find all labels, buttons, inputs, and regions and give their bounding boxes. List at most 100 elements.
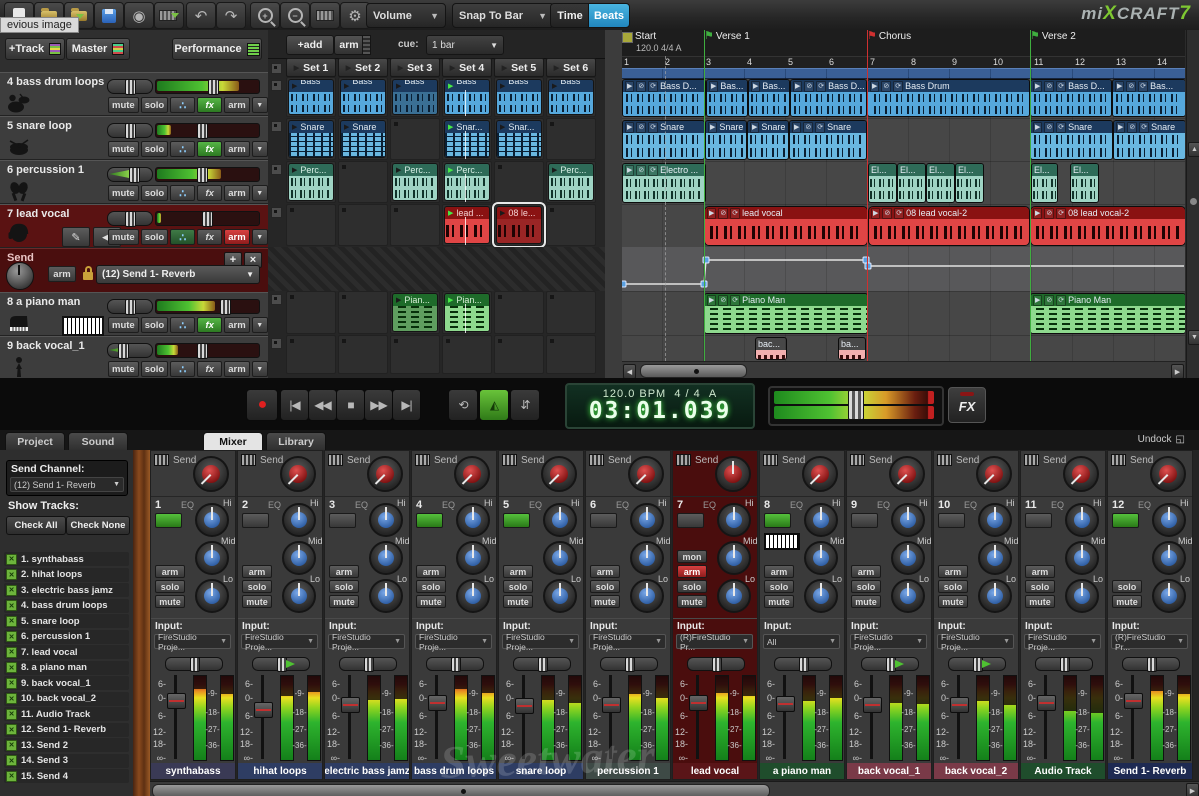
- clip-play-icon[interactable]: ▶: [708, 121, 718, 133]
- performance-empty-cell[interactable]: [286, 335, 336, 374]
- volume-handle[interactable]: [202, 211, 213, 227]
- set-header-1[interactable]: ▶ Set 1: [286, 58, 336, 77]
- send-destination-select[interactable]: (12) Send 1- Reverb ▼: [96, 265, 260, 284]
- timeline-track-lane[interactable]: ▶ ⊘ ⟳ Snare ▶ Snare ▶ Snare ▶ ⊘ ⟳ Snare: [622, 118, 1185, 162]
- master-button[interactable]: Master: [66, 38, 130, 60]
- channel-name[interactable]: back vocal_2: [934, 763, 1018, 779]
- pan-handle[interactable]: [451, 657, 461, 672]
- collapse-button[interactable]: ▼: [251, 229, 268, 245]
- timeline-clip[interactable]: ▶ ⊘ ⟳ Bass D...: [1030, 79, 1112, 117]
- mute-button[interactable]: mute: [108, 97, 139, 113]
- fader-handle[interactable]: [602, 697, 621, 713]
- send-knob[interactable]: [280, 456, 316, 492]
- clip-play-icon[interactable]: ▶: [625, 164, 635, 176]
- channel-faders-icon[interactable]: [937, 454, 952, 466]
- eq-lo-knob[interactable]: [369, 579, 403, 613]
- volume-handle[interactable]: [208, 79, 219, 95]
- check-none-button[interactable]: Check None: [66, 516, 130, 535]
- record-button[interactable]: ●: [246, 389, 278, 421]
- eq-hi-knob[interactable]: [543, 503, 577, 537]
- fx-button[interactable]: [1025, 513, 1052, 528]
- metronome-button[interactable]: ◭: [479, 389, 509, 421]
- channel-faders-icon[interactable]: [1111, 454, 1126, 466]
- solo-button[interactable]: solo: [851, 580, 881, 593]
- timeline-track-lane[interactable]: ▶ ⊘ ⟳ Bass D... ▶ Bas... ▶ Bas... ▶ ⊘ ⟳ …: [622, 77, 1185, 119]
- show-track-item[interactable]: ✕ 13. Send 2: [4, 738, 129, 752]
- channel-faders-icon[interactable]: [502, 454, 517, 466]
- performance-clip-cell[interactable]: ▶ Bass ...: [442, 77, 492, 117]
- clip-loop-icon[interactable]: ⟳: [1056, 121, 1067, 133]
- timeline-clip[interactable]: ▶ ⊘ ⟳ Piano Man: [704, 293, 868, 334]
- arm-button[interactable]: arm: [224, 97, 250, 113]
- pan-slider[interactable]: [107, 211, 153, 227]
- timeline-hscrollbar[interactable]: ◀ ▶: [622, 361, 1185, 378]
- pencil-icon[interactable]: ✎: [62, 227, 90, 247]
- solo-button[interactable]: solo: [140, 361, 169, 377]
- input-select[interactable]: FireStudio Proje... ▼: [328, 632, 405, 652]
- input-select[interactable]: FireStudio Proje... ▼: [502, 632, 579, 652]
- tab-mixer[interactable]: Mixer: [203, 432, 263, 451]
- eq-mid-knob[interactable]: [630, 541, 664, 575]
- volume-slider[interactable]: [155, 123, 260, 139]
- performance-clip-cell[interactable]: ▶ Bass ...: [390, 77, 440, 117]
- clip-play-icon[interactable]: ▶: [396, 82, 401, 90]
- pan-slider[interactable]: [107, 79, 153, 95]
- eq-mid-knob[interactable]: [282, 541, 316, 575]
- show-track-item[interactable]: ✕ 10. back vocal_2: [4, 691, 129, 706]
- show-track-item[interactable]: ✕ 2. hihat loops: [4, 567, 129, 582]
- volume-handle[interactable]: [197, 167, 208, 183]
- mute-button[interactable]: mute: [108, 141, 139, 157]
- pan-slider[interactable]: [513, 657, 571, 672]
- solo-button[interactable]: solo: [140, 97, 169, 113]
- input-select[interactable]: FireStudio Proje... ▼: [154, 632, 231, 652]
- performance-button[interactable]: Performance: [172, 38, 262, 60]
- lock-icon[interactable]: [82, 266, 94, 281]
- arm-button[interactable]: arm: [224, 141, 250, 157]
- set-play-icon[interactable]: ▶: [346, 64, 351, 72]
- volume-slider[interactable]: [155, 79, 260, 95]
- performance-empty-cell[interactable]: [390, 118, 440, 160]
- fader-handle[interactable]: [1124, 693, 1143, 709]
- marker-lane[interactable]: Start 120.0 4/4 A ⚑ Verse 1 ⚑ Chorus ⚑ Verse 2: [622, 30, 1185, 56]
- mute-button[interactable]: mute: [1025, 595, 1055, 608]
- automation-button[interactable]: ∴: [170, 185, 196, 201]
- eq-lo-knob[interactable]: [717, 579, 751, 613]
- pan-handle[interactable]: [625, 657, 635, 672]
- timeline-clip[interactable]: ▶ ⊘ ⟳ Snare: [1030, 120, 1113, 160]
- pan-slider[interactable]: [107, 167, 153, 183]
- scroll-up-icon[interactable]: ▲: [1188, 142, 1199, 157]
- clip-play-icon[interactable]: ▶: [396, 296, 401, 304]
- set-header-4[interactable]: ▶ Set 4: [442, 58, 492, 77]
- eq-lo-knob[interactable]: [630, 579, 664, 613]
- vscroll-thum[interactable]: [1190, 198, 1197, 205]
- solo-button[interactable]: solo: [1025, 580, 1055, 593]
- pan-handle[interactable]: [190, 657, 200, 672]
- eq-mid-knob[interactable]: [1065, 541, 1099, 575]
- performance-clip-cell[interactable]: ▶ Bass ...: [494, 77, 544, 117]
- clip-mute-icon[interactable]: ⊘: [1044, 207, 1055, 219]
- set-header-6[interactable]: ▶ Set 6: [546, 58, 596, 77]
- tab-library[interactable]: Library: [266, 432, 326, 451]
- eq-mid-knob[interactable]: [369, 541, 403, 575]
- checkbox-checked-icon[interactable]: ✕: [6, 600, 17, 611]
- pan-slider[interactable]: [774, 657, 832, 672]
- song-marker[interactable]: ⚑ Verse 2: [1030, 31, 1076, 43]
- clip-play-icon[interactable]: ▶: [750, 121, 760, 133]
- clip-loop-icon[interactable]: ⟳: [730, 294, 741, 306]
- eq-lo-knob[interactable]: [891, 579, 925, 613]
- eq-lo-knob[interactable]: [456, 579, 490, 613]
- show-track-item[interactable]: ✕ 14. Send 3: [4, 753, 129, 768]
- solo-button[interactable]: solo: [140, 185, 169, 201]
- eq-hi-knob[interactable]: [1152, 503, 1186, 537]
- rewind-button[interactable]: ◀◀: [308, 389, 337, 421]
- performance-clip-cell[interactable]: ▶ Snare: [338, 118, 388, 160]
- clip-play-icon[interactable]: ▶: [1116, 121, 1126, 133]
- timeline-clip[interactable]: ▶ ⊘ ⟳ Bass D...: [622, 79, 706, 117]
- track-header[interactable]: 4 bass drum loops mute solo ∴ fx arm ▼: [0, 72, 268, 116]
- master-volume-handle[interactable]: [848, 390, 864, 420]
- mute-button[interactable]: mute: [851, 595, 881, 608]
- clip-play-icon[interactable]: ▶: [792, 121, 802, 133]
- eq-mid-knob[interactable]: [456, 541, 490, 575]
- volume-fader[interactable]: [602, 675, 621, 759]
- channel-faders-icon[interactable]: [763, 454, 778, 466]
